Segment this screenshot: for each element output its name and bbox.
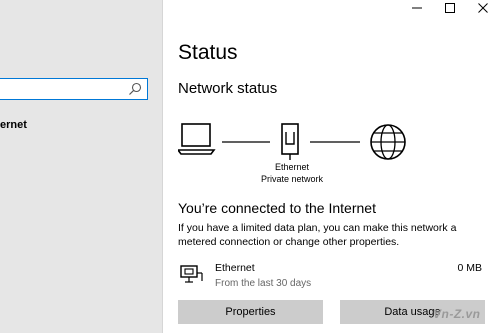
minimize-button[interactable] [400, 0, 433, 20]
network-profile: Private network [260, 174, 324, 184]
usage-period: From the last 30 days [215, 278, 312, 289]
page-title: Status [178, 41, 238, 64]
globe-icon [370, 124, 406, 160]
minimize-icon [411, 1, 423, 19]
network-diagram [176, 118, 418, 167]
maximize-button[interactable] [433, 0, 466, 20]
section-title-network-status: Network status [178, 80, 278, 97]
watermark: Vn-Z.vn [433, 307, 481, 321]
adapter-name: Ethernet [274, 162, 310, 172]
sidebar-item-ethernet[interactable]: ernet [0, 119, 27, 131]
usage-adapter-name: Ethernet [215, 262, 255, 274]
connection-status-description: If you have a limited data plan, you can… [178, 222, 457, 248]
ethernet-port-icon [281, 123, 299, 160]
maximize-icon [444, 1, 456, 19]
close-icon [477, 1, 489, 19]
search-icon[interactable] [128, 82, 142, 96]
connection-status-title: You’re connected to the Internet [178, 200, 376, 216]
properties-button[interactable]: Properties [178, 300, 323, 324]
usage-amount: 0 MB [457, 262, 482, 274]
laptop-icon [176, 123, 216, 155]
search-input[interactable] [0, 78, 148, 100]
ethernet-adapter-icon [180, 264, 204, 289]
navigation-pane: ernet [0, 0, 163, 333]
adapter-caption: Ethernet Private network [252, 161, 332, 185]
close-button[interactable] [466, 0, 499, 20]
